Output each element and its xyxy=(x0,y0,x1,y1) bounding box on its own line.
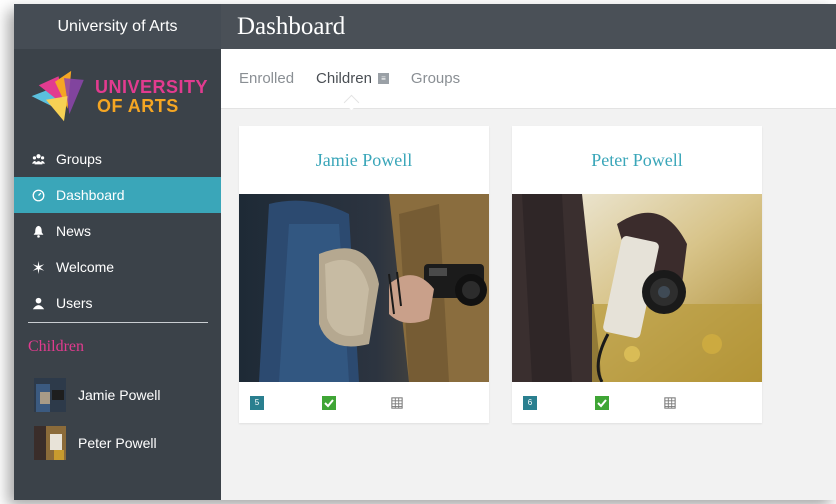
avatar xyxy=(34,378,66,412)
tab-bar: Enrolled Children ≡ Groups xyxy=(221,49,836,109)
bell-icon xyxy=(30,223,46,239)
logo-emblem-icon xyxy=(31,70,84,122)
count-badge[interactable]: 5 xyxy=(250,395,264,410)
sidebar-item-news[interactable]: News xyxy=(14,213,221,249)
sidebar-item-welcome[interactable]: Welcome xyxy=(14,249,221,285)
sparkle-icon xyxy=(30,259,46,275)
sidebar: University of Arts UNIVERSITY OF ARTS Gr… xyxy=(14,4,221,500)
tab-children[interactable]: Children ≡ xyxy=(316,70,389,87)
table-grid-icon[interactable] xyxy=(663,396,677,410)
header: Dashboard xyxy=(221,4,836,49)
app-name[interactable]: University of Arts xyxy=(14,4,221,49)
sidebar-item-label: Groups xyxy=(56,151,102,167)
child-photo xyxy=(239,194,489,382)
page-title: Dashboard xyxy=(237,12,346,40)
card-actions: 5 xyxy=(239,382,489,423)
sidebar-item-label: Users xyxy=(56,295,93,311)
children-heading: Children xyxy=(28,338,84,355)
child-name: Jamie Powell xyxy=(78,387,161,403)
menu-badge-icon: ≡ xyxy=(377,73,389,84)
sidebar-item-label: News xyxy=(56,223,92,239)
university-logo[interactable]: UNIVERSITY OF ARTS xyxy=(28,64,208,130)
tab-label: Children xyxy=(316,70,372,87)
child-card-peter-powell[interactable]: Peter Powell 6 xyxy=(512,126,762,423)
avatar xyxy=(34,426,66,460)
tab-enrolled[interactable]: Enrolled xyxy=(239,70,294,87)
child-name: Peter Powell xyxy=(78,435,157,451)
count-badge[interactable]: 6 xyxy=(523,395,537,410)
sidebar-item-groups[interactable]: Groups xyxy=(14,141,221,177)
child-card-name[interactable]: Jamie Powell xyxy=(239,126,489,194)
sidebar-item-dashboard[interactable]: Dashboard xyxy=(14,177,221,213)
sidebar-divider xyxy=(28,322,208,323)
table-grid-icon[interactable] xyxy=(390,396,404,410)
check-icon[interactable] xyxy=(595,395,609,410)
sidebar-child-peter-powell[interactable]: Peter Powell xyxy=(34,425,157,461)
app-window: University of Arts UNIVERSITY OF ARTS Gr… xyxy=(14,4,836,500)
groups-icon xyxy=(30,151,46,167)
dashboard-icon xyxy=(30,187,46,203)
child-photo xyxy=(512,194,762,382)
check-icon[interactable] xyxy=(322,395,336,410)
tab-label: Groups xyxy=(410,70,461,87)
tab-label: Enrolled xyxy=(239,70,295,87)
card-actions: 6 xyxy=(512,382,762,423)
logo-line-2: OF ARTS xyxy=(96,96,179,116)
sidebar-item-label: Welcome xyxy=(56,259,115,275)
sidebar-item-users[interactable]: Users xyxy=(14,285,221,321)
child-card-jamie-powell[interactable]: Jamie Powell 5 xyxy=(239,126,489,423)
child-card-name[interactable]: Peter Powell xyxy=(512,126,762,194)
tab-groups[interactable]: Groups xyxy=(411,70,460,87)
logo-line-1: UNIVERSITY xyxy=(94,77,208,97)
sidebar-nav: Groups Dashboard News Welcome Users xyxy=(14,141,221,321)
user-icon xyxy=(30,295,46,311)
sidebar-item-label: Dashboard xyxy=(56,187,125,203)
sidebar-child-jamie-powell[interactable]: Jamie Powell xyxy=(34,377,160,413)
